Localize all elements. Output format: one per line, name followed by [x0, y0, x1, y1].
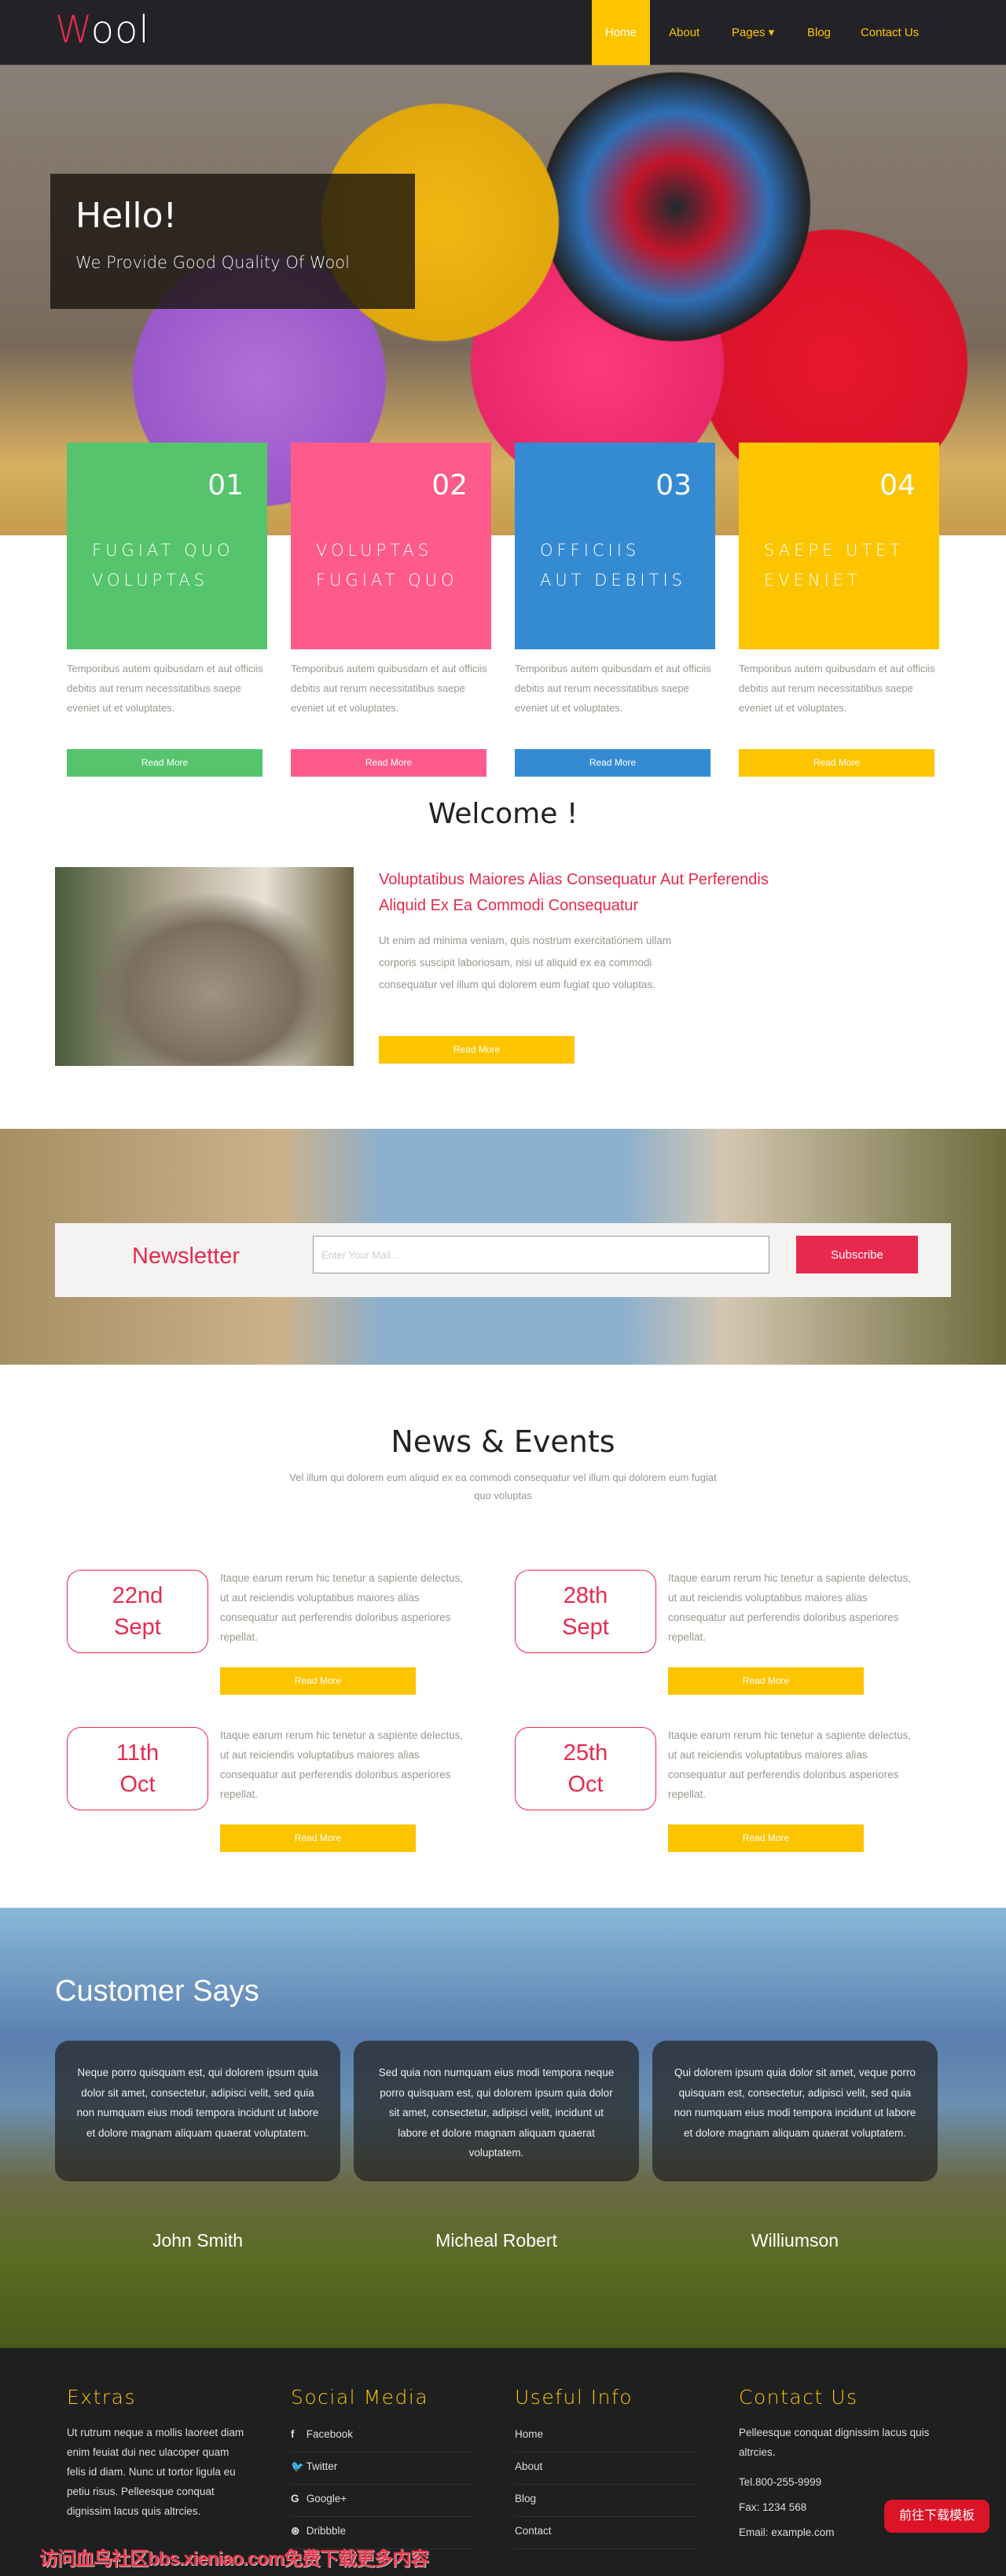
footer-social-title: Social Media: [291, 2386, 429, 2409]
footer-email[interactable]: Email: example.com: [739, 2523, 835, 2542]
feature-number: 04: [879, 469, 916, 502]
event-day: 11th: [116, 1740, 160, 1766]
feature-card: 03 OFFICIIS AUT DEBITIS: [515, 443, 715, 649]
twitter-icon: 🐦: [291, 2460, 304, 2472]
welcome-text: Ut enim ad minima veniam, quis nostrum e…: [379, 935, 672, 990]
feature-text: Temporibus autem quibusdam et aut offici…: [67, 663, 263, 714]
footer: Extras Ut rutrum neque a mollis laoreet …: [0, 2348, 1006, 2576]
event-text: Itaque earum rerum hic tenetur a sapient…: [220, 1729, 464, 1800]
feature-text: Temporibus autem quibusdam et aut offici…: [739, 663, 935, 714]
feature-card: 01 FUGIAT QUO VOLUPTAS: [67, 443, 267, 649]
news-title: News & Events: [391, 1424, 615, 1459]
social-link-twitter[interactable]: 🐦 Twitter: [291, 2453, 474, 2485]
testimonial-name: John Smith: [152, 2230, 244, 2251]
navbar: Wool Home About Pages ▾ Blog Contact Us: [0, 0, 1006, 65]
event-month: Sept: [562, 1615, 609, 1640]
testimonial-name: Micheal Robert: [435, 2230, 557, 2251]
footer-extras-text: Ut rutrum neque a mollis laoreet diam en…: [67, 2427, 244, 2517]
welcome-read-more-button[interactable]: Read More: [379, 1036, 575, 1064]
newsletter-box: Newsletter Subscribe: [55, 1223, 951, 1297]
feature-card: 02 VOLUPTAS FUGIAT QUO: [291, 443, 491, 649]
event-text: Itaque earum rerum hic tenetur a sapient…: [220, 1572, 464, 1643]
feature-read-more-button[interactable]: Read More: [67, 749, 263, 777]
event-date-badge: 28th Sept: [515, 1570, 656, 1653]
feature-card: 04 SAEPE UTET EVENIET: [739, 443, 939, 649]
subscribe-button[interactable]: Subscribe: [796, 1236, 918, 1273]
nav-about[interactable]: About: [655, 0, 713, 65]
feature-read-more-button[interactable]: Read More: [739, 749, 934, 777]
social-link-facebook[interactable]: f Facebook: [291, 2420, 474, 2453]
event-date-badge: 25th Oct: [515, 1727, 656, 1810]
welcome-title: Welcome !: [428, 798, 578, 830]
event-day: 28th: [563, 1583, 608, 1608]
event-date-badge: 22nd Sept: [67, 1570, 208, 1653]
sheep-shearing-image: [55, 867, 354, 1066]
news-subtitle: Vel illum qui dolorem eum aliquid ex ea …: [289, 1472, 717, 1501]
hero-title: Hello!: [75, 196, 178, 236]
feature-number: 02: [431, 469, 468, 502]
download-template-button[interactable]: 前往下载模板: [884, 2500, 989, 2533]
feature-label: FUGIAT QUO VOLUPTAS: [92, 541, 234, 590]
dribbble-icon: ⊛: [291, 2525, 300, 2537]
footer-extras-title: Extras: [67, 2386, 137, 2409]
feature-text: Temporibus autem quibusdam et aut offici…: [291, 663, 487, 714]
feature-number: 03: [655, 469, 692, 502]
feature-number: 01: [207, 469, 244, 502]
event-read-more-button[interactable]: Read More: [668, 1825, 864, 1852]
event-text: Itaque earum rerum hic tenetur a sapient…: [668, 1729, 912, 1800]
welcome-heading: Voluptatibus Maiores Alias Consequatur A…: [379, 871, 769, 914]
event-read-more-button[interactable]: Read More: [220, 1667, 416, 1695]
event-day: 22nd: [112, 1583, 163, 1608]
facebook-icon: f: [291, 2428, 295, 2440]
footer-link-home[interactable]: Home: [515, 2420, 698, 2453]
event-text: Itaque earum rerum hic tenetur a sapient…: [668, 1572, 912, 1643]
footer-tel: Tel.800-255-9999: [739, 2476, 822, 2488]
event-month: Oct: [119, 1772, 156, 1797]
footer-fax: Fax: 1234 568: [739, 2501, 807, 2513]
testimonial-name: Williumson: [751, 2230, 839, 2251]
social-link-google-plus[interactable]: G Google+: [291, 2485, 474, 2517]
hero-caption: Hello! We Provide Good Quality Of Wool: [50, 174, 415, 309]
testimonial-card: Sed quia non numquam eius modi tempora n…: [354, 2041, 639, 2181]
event-month: Oct: [567, 1772, 604, 1797]
event-read-more-button[interactable]: Read More: [220, 1825, 416, 1852]
event-read-more-button[interactable]: Read More: [668, 1667, 864, 1695]
feature-read-more-button[interactable]: Read More: [291, 749, 486, 777]
logo[interactable]: Wool: [55, 8, 150, 52]
nav-contact[interactable]: Contact Us: [847, 0, 932, 65]
event-date-badge: 11th Oct: [67, 1727, 208, 1810]
feature-read-more-button[interactable]: Read More: [515, 749, 710, 777]
footer-link-contact[interactable]: Contact: [515, 2517, 698, 2549]
testimonial-card: Qui dolorem ipsum quia dolor sit amet, v…: [652, 2041, 938, 2181]
nav-home[interactable]: Home: [592, 0, 651, 65]
feature-label: OFFICIIS AUT DEBITIS: [540, 541, 686, 590]
nav-pages-dropdown[interactable]: Pages ▾: [718, 0, 788, 65]
nav-blog[interactable]: Blog: [794, 0, 844, 65]
event-day: 25th: [563, 1740, 608, 1766]
testimonials-section: Customer Says Neque porro quisquam est, …: [0, 1908, 1006, 2348]
newsletter-label: Newsletter: [132, 1244, 240, 1269]
footer-address: Pelleesque conquat dignissim lacus quis …: [739, 2427, 930, 2458]
watermark-text: 访问血鸟社区bbs.xieniao.com免费下载更多内容: [39, 2548, 429, 2570]
feature-text: Temporibus autem quibusdam et aut offici…: [515, 663, 711, 714]
google-plus-icon: G: [291, 2493, 299, 2504]
footer-link-blog[interactable]: Blog: [515, 2485, 698, 2517]
newsletter-email-input[interactable]: [313, 1236, 769, 1273]
event-month: Sept: [114, 1615, 161, 1640]
footer-link-about[interactable]: About: [515, 2453, 698, 2485]
footer-contact-title: Contact Us: [739, 2386, 858, 2409]
hero-subtitle: We Provide Good Quality Of Wool: [75, 253, 350, 272]
footer-useful-title: Useful Info: [515, 2386, 633, 2409]
testimonial-card: Neque porro quisquam est, qui dolorem ip…: [55, 2041, 340, 2181]
feature-label: VOLUPTAS FUGIAT QUO: [316, 541, 458, 590]
feature-label: SAEPE UTET EVENIET: [764, 541, 905, 590]
testimonials-title: Customer Says: [55, 1975, 259, 2008]
